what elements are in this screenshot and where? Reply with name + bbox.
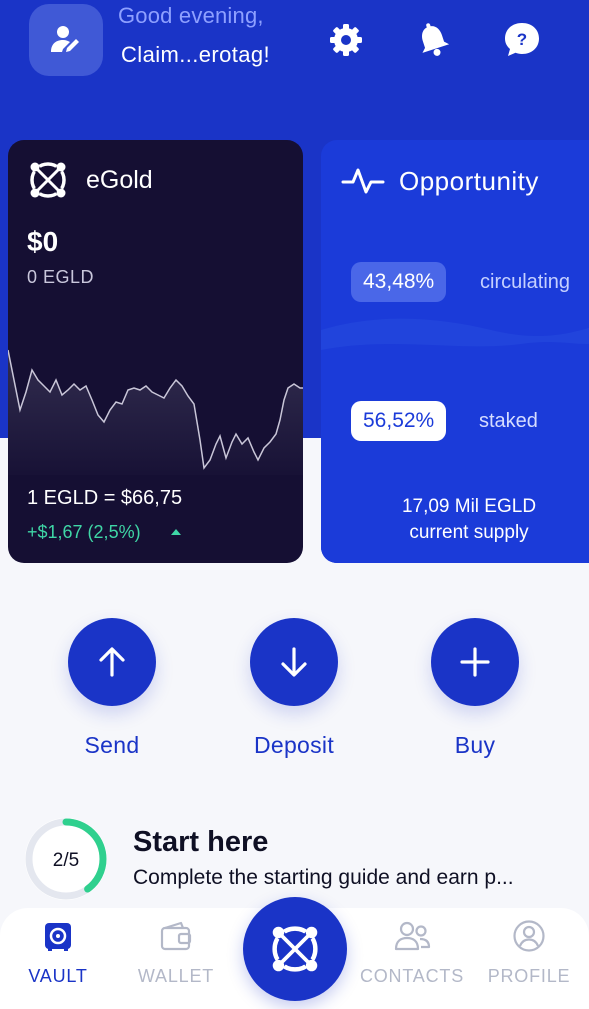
trend-up-icon xyxy=(171,529,181,535)
wallet-icon xyxy=(160,921,192,951)
progress-text: 2/5 xyxy=(53,850,79,871)
settings-icon xyxy=(330,24,362,56)
contacts-icon xyxy=(394,921,431,951)
username-text: Claim...erotag! xyxy=(121,42,271,67)
egold-price-change: +$1,67 (2,5%) xyxy=(27,522,141,542)
circulating-percent-badge: 43,48% xyxy=(351,262,447,302)
send-label[interactable]: Send xyxy=(62,732,162,759)
egold-logo-icon xyxy=(30,162,66,198)
help-icon: ? xyxy=(505,23,539,56)
arrow-up-icon xyxy=(99,647,125,677)
staked-percent-badge: 56,52% xyxy=(351,401,447,441)
nav-profile-label: PROFILE xyxy=(487,966,571,986)
help-button[interactable]: ? xyxy=(502,20,542,60)
current-supply: 17,09 Mil EGLD current supply xyxy=(321,494,589,546)
nav-contacts[interactable]: CONTACTS xyxy=(357,916,467,987)
arrow-down-icon xyxy=(281,647,307,677)
send-button[interactable] xyxy=(68,618,156,706)
nav-vault[interactable]: VAULT xyxy=(3,916,113,987)
egld-logo-icon xyxy=(272,926,318,972)
egold-card[interactable]: eGold $0 0 EGLD 1 EGLD = $66,75 +$1,67 (… xyxy=(8,140,303,563)
nav-center-button[interactable] xyxy=(243,897,347,1001)
avatar-button[interactable] xyxy=(29,4,103,76)
nav-profile[interactable]: PROFILE xyxy=(474,916,584,987)
supply-value: 17,09 Mil EGLD xyxy=(401,496,537,517)
start-here-title[interactable]: Start here xyxy=(133,826,268,859)
settings-button[interactable] xyxy=(326,20,366,60)
progress-ring-graphic: 2/5 xyxy=(25,818,107,900)
staked-label: staked xyxy=(479,410,538,432)
nav-contacts-label: CONTACTS xyxy=(359,966,465,986)
egold-price-sparkline xyxy=(8,349,303,475)
profile-icon xyxy=(513,920,545,952)
nav-vault-label: VAULT xyxy=(28,966,88,986)
notifications-button[interactable] xyxy=(413,20,453,60)
nav-wallet-label: WALLET xyxy=(137,966,215,986)
start-here-subtitle[interactable]: Complete the starting guide and earn p..… xyxy=(133,866,514,890)
user-edit-icon xyxy=(51,26,79,52)
buy-label[interactable]: Buy xyxy=(425,732,525,759)
circulating-label: circulating xyxy=(480,271,571,293)
greeting-text: Good evening, xyxy=(118,3,264,28)
bell-icon xyxy=(422,23,450,56)
buy-button[interactable] xyxy=(431,618,519,706)
egold-title: eGold xyxy=(86,166,153,194)
guide-progress-ring[interactable]: 2/5 xyxy=(22,815,110,903)
egold-price: 1 EGLD = $66,75 xyxy=(27,487,183,509)
opportunity-card[interactable]: Opportunity 43,48% circulating 56,52% st… xyxy=(321,140,589,563)
pulse-icon xyxy=(341,168,385,194)
vault-icon xyxy=(45,923,71,951)
egold-egld-balance: 0 EGLD xyxy=(27,267,95,287)
plus-icon xyxy=(460,647,490,677)
opportunity-title: Opportunity xyxy=(399,166,539,196)
deposit-label[interactable]: Deposit xyxy=(234,732,354,759)
deposit-button[interactable] xyxy=(250,618,338,706)
supply-label: current supply xyxy=(409,522,529,543)
egold-usd-balance: $0 xyxy=(27,226,59,257)
nav-wallet[interactable]: WALLET xyxy=(121,916,231,987)
svg-text:?: ? xyxy=(517,30,527,49)
